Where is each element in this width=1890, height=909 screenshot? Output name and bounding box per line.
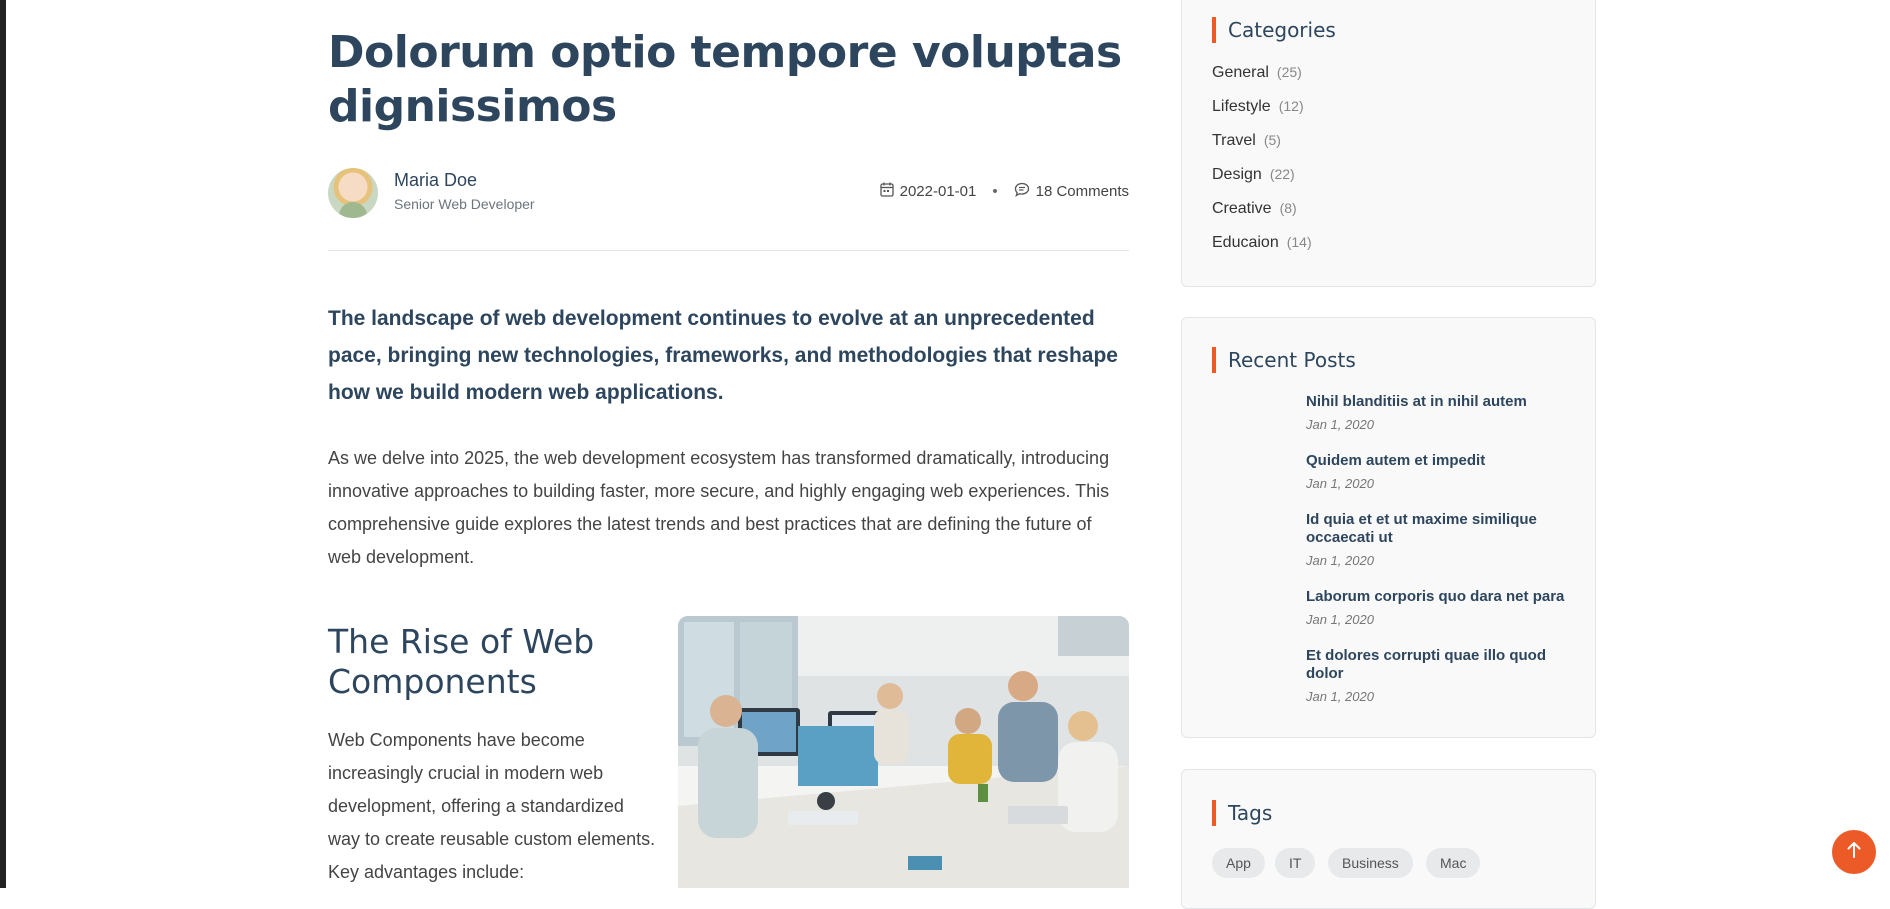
recent-post-title[interactable]: Quidem autem et impedit bbox=[1306, 452, 1566, 470]
scroll-top-button[interactable] bbox=[1832, 830, 1876, 874]
category-item[interactable]: Educaion (14) bbox=[1212, 234, 1312, 252]
category-item[interactable]: Travel (5) bbox=[1212, 132, 1281, 150]
category-item[interactable]: Creative (8) bbox=[1212, 200, 1297, 218]
recent-post-date: Jan 1, 2020 bbox=[1306, 417, 1374, 432]
arrow-up-icon bbox=[1846, 841, 1862, 864]
category-name[interactable]: Educaion bbox=[1212, 234, 1279, 251]
post-comments[interactable]: 18 Comments bbox=[1036, 183, 1129, 200]
author-role: Senior Web Developer bbox=[394, 196, 535, 212]
recent-post-title[interactable]: Id quia et et ut maxime similique occaec… bbox=[1306, 511, 1566, 547]
recent-post-title[interactable]: Et dolores corrupti quae illo quod dolor bbox=[1306, 647, 1566, 683]
recent-post-date: Jan 1, 2020 bbox=[1306, 689, 1374, 704]
tag-chip[interactable]: IT bbox=[1275, 848, 1316, 878]
category-name[interactable]: Lifestyle bbox=[1212, 98, 1271, 115]
author-avatar bbox=[328, 168, 378, 218]
category-count: (14) bbox=[1286, 234, 1312, 250]
section-title: The Rise of Web Components bbox=[328, 622, 595, 701]
categories-title: Categories bbox=[1212, 17, 1336, 43]
recent-posts-title: Recent Posts bbox=[1212, 347, 1356, 373]
category-count: (12) bbox=[1278, 98, 1304, 114]
recent-post-date: Jan 1, 2020 bbox=[1306, 553, 1374, 568]
category-name[interactable]: Travel bbox=[1212, 132, 1256, 149]
category-item[interactable]: Lifestyle (12) bbox=[1212, 98, 1304, 116]
post-date: 2022-01-01 bbox=[899, 183, 977, 200]
tag-chip[interactable]: App bbox=[1212, 848, 1265, 878]
post-paragraph: As we delve into 2025, the web developme… bbox=[328, 448, 1110, 567]
category-count: (8) bbox=[1279, 200, 1297, 216]
category-name[interactable]: Design bbox=[1212, 166, 1262, 183]
category-count: (22) bbox=[1269, 166, 1295, 182]
category-name[interactable]: General bbox=[1212, 64, 1269, 81]
calendar-icon bbox=[879, 182, 894, 201]
category-item[interactable]: Design (22) bbox=[1212, 166, 1295, 184]
post-meta-row: Maria Doe Senior Web Developer 2022-01-0… bbox=[328, 168, 1129, 222]
recent-posts-widget: Recent Posts Nihil blanditiis at in nihi… bbox=[1181, 317, 1596, 738]
post-title: Dolorum optio tempore voluptas dignissim… bbox=[328, 27, 1122, 132]
window-edge bbox=[0, 0, 6, 888]
category-count: (5) bbox=[1263, 132, 1281, 148]
recent-post-date: Jan 1, 2020 bbox=[1306, 612, 1374, 627]
tag-chip[interactable]: Business bbox=[1328, 848, 1413, 878]
meta-divider bbox=[328, 250, 1129, 251]
author-name[interactable]: Maria Doe bbox=[394, 170, 477, 191]
chat-icon bbox=[1014, 182, 1030, 201]
tags-widget: Tags App IT Business Mac bbox=[1181, 769, 1596, 909]
category-item[interactable]: General (25) bbox=[1212, 64, 1302, 82]
section-paragraph: Web Components have become increasingly … bbox=[328, 730, 656, 882]
post-lead: The landscape of web development continu… bbox=[328, 307, 1118, 404]
categories-widget: Categories General (25) Lifestyle (12) Tra… bbox=[1181, 0, 1596, 287]
office-team-image bbox=[678, 616, 1129, 888]
recent-post-date: Jan 1, 2020 bbox=[1306, 476, 1374, 491]
meta-separator: • bbox=[992, 183, 998, 200]
category-count: (25) bbox=[1276, 64, 1302, 80]
tag-chip[interactable]: Mac bbox=[1426, 848, 1481, 878]
post-meta: 2022-01-01 • 18 Comments bbox=[879, 182, 1129, 201]
recent-post-title[interactable]: Laborum corporis quo dara net para bbox=[1306, 588, 1566, 606]
category-name[interactable]: Creative bbox=[1212, 200, 1272, 217]
recent-post-title[interactable]: Nihil blanditiis at in nihil autem bbox=[1306, 393, 1566, 411]
tags-title: Tags bbox=[1212, 800, 1272, 826]
